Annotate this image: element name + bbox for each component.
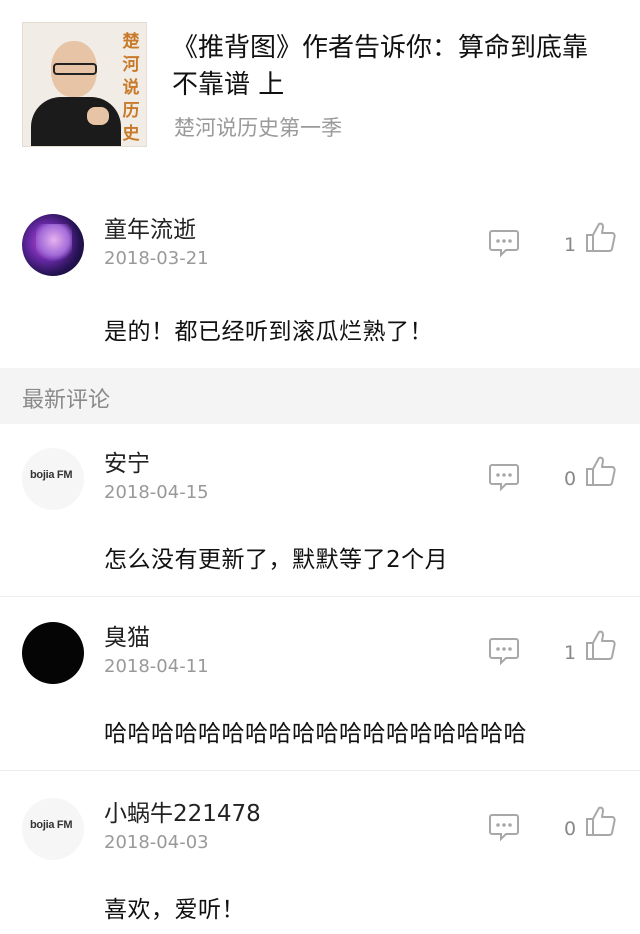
album-header[interactable]: 楚河说历史 《推背图》作者告诉你：算命到底靠不靠谱 上 楚河说历史第一季: [0, 0, 640, 191]
cover-person-body: [31, 97, 121, 146]
avatar[interactable]: bojia FM: [22, 798, 84, 860]
comment-user-name[interactable]: 小蜗牛221478: [104, 794, 261, 828]
speech-bubble-icon: [489, 638, 519, 666]
comment-item: 臭猫 2018-04-11 1 哈哈哈哈哈哈哈哈哈哈哈哈哈哈哈哈哈哈: [0, 598, 640, 771]
comment-text: 是的！都已经听到滚瓜烂熟了！: [104, 319, 433, 345]
thumbs-up-icon: [586, 806, 616, 836]
comment-item: bojia FM 小蜗牛221478 2018-04-03 0 喜欢，爱听！: [0, 774, 640, 934]
reply-button[interactable]: [488, 812, 520, 842]
comment-text: 怎么没有更新了，默默等了2个月: [104, 547, 449, 573]
comment-user-name[interactable]: 安宁: [104, 444, 150, 478]
reply-button[interactable]: [488, 636, 520, 666]
comment-date: 2018-04-15: [104, 482, 209, 503]
avatar[interactable]: bojia FM: [22, 448, 84, 510]
like-count: 1: [564, 642, 577, 664]
avatar[interactable]: [22, 214, 84, 276]
latest-comments-header: 最新评论: [0, 368, 640, 424]
comment-user-name[interactable]: 臭猫: [104, 618, 150, 652]
speech-bubble-icon: [489, 814, 519, 842]
cover-title-text: 楚河说历史: [122, 32, 140, 144]
comment-item: 童年流逝 2018-03-21 1 是的！都已经听到滚瓜烂熟了！: [0, 190, 640, 368]
like-button[interactable]: [584, 804, 618, 838]
album-subtitle[interactable]: 楚河说历史第一季: [174, 112, 342, 142]
like-count: 0: [564, 468, 577, 490]
thumbs-up-icon: [586, 630, 616, 660]
thumbs-up-icon: [586, 456, 616, 486]
speech-bubble-icon: [489, 230, 519, 258]
comment-user-name[interactable]: 童年流逝: [104, 210, 196, 244]
cover-glasses: [53, 63, 97, 75]
avatar[interactable]: [22, 622, 84, 684]
thumbs-up-icon: [586, 222, 616, 252]
cover-hands: [87, 107, 109, 125]
album-cover[interactable]: 楚河说历史: [22, 22, 147, 147]
bojia-fm-logo: bojia FM: [30, 819, 73, 831]
comment-date: 2018-04-11: [104, 656, 209, 677]
speech-bubble-icon: [489, 464, 519, 492]
episode-title: 《推背图》作者告诉你：算命到底靠不靠谱 上: [172, 33, 589, 100]
like-button[interactable]: [584, 220, 618, 254]
comment-text: 哈哈哈哈哈哈哈哈哈哈哈哈哈哈哈哈哈哈: [104, 721, 527, 747]
comment-date: 2018-04-03: [104, 832, 209, 853]
like-button[interactable]: [584, 454, 618, 488]
like-button[interactable]: [584, 628, 618, 662]
comment-text: 喜欢，爱听！: [104, 897, 245, 923]
like-count: 1: [564, 234, 577, 256]
comment-date: 2018-03-21: [104, 248, 209, 269]
reply-button[interactable]: [488, 228, 520, 258]
like-count: 0: [564, 818, 577, 840]
bojia-fm-logo: bojia FM: [30, 469, 73, 481]
comment-item: bojia FM 安宁 2018-04-15 0 怎么没有更新了，默默等了2个月: [0, 424, 640, 597]
section-label: 最新评论: [22, 388, 111, 413]
reply-button[interactable]: [488, 462, 520, 492]
